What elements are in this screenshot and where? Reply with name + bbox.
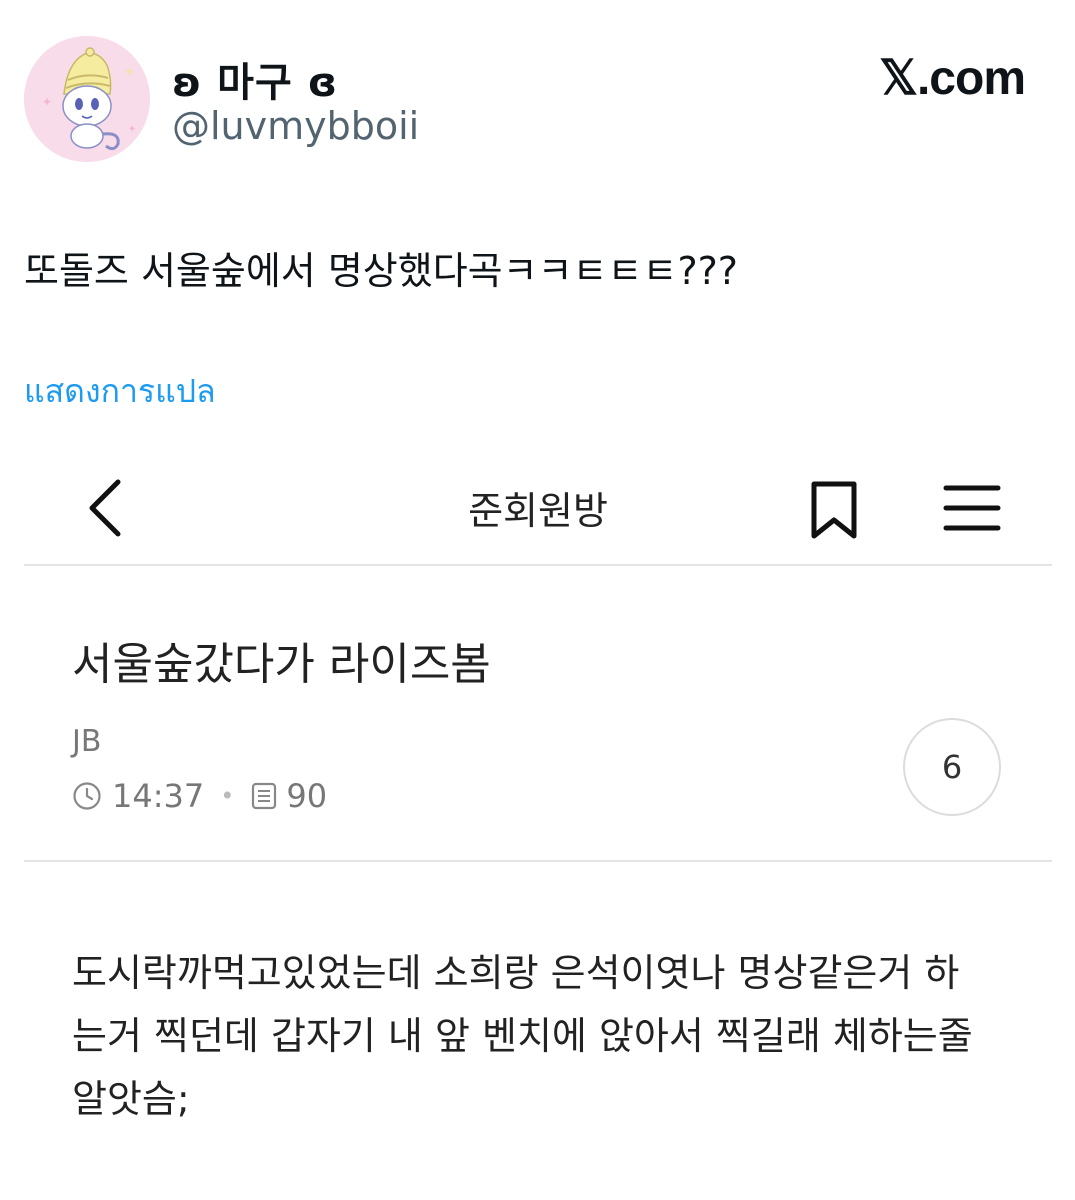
user-handle[interactable]: @luvmybboii [172,104,419,148]
document-views-icon [252,782,277,810]
post-body-line: 도시락까먹고있었는데 소희랑 은석이엿나 명상같은거 하 [72,951,960,995]
show-translation-link[interactable]: แสดงการแปล [24,366,216,417]
post-body-line: 는거 찍던데 갑자기 내 앞 벤치에 앉아서 찍길래 체하는줄 [72,1014,973,1058]
hamburger-menu-icon[interactable] [942,482,1002,534]
post-title: 서울숲갔다가 라이즈봄 [72,639,491,690]
clock-icon [73,782,101,810]
svg-text:✦: ✦ [42,95,52,109]
board-title: 준회원방 [468,489,608,533]
divider [24,860,1052,862]
avatar[interactable]: ✦ ✦ ✦ [24,36,150,162]
divider [24,564,1052,566]
display-name[interactable]: ʚ 마구 ɞ [172,50,338,108]
x-logo: 𝕏.com [879,52,1026,105]
post-author[interactable]: JB [72,724,101,759]
post-time: 14:37 [112,777,205,815]
post-body-line: 알앗슴; [72,1077,190,1121]
tweet-text: 또돌즈 서울숲에서 명상했다곡ㅋㅋㅌㅌㅌ??? [24,249,738,293]
svg-text:✦: ✦ [124,65,134,79]
comment-count: 6 [941,748,963,786]
bookmark-icon[interactable] [804,478,864,542]
svg-text:✦: ✦ [128,124,136,135]
comment-count-badge[interactable]: 6 [903,718,1001,816]
meta-separator-dot: • [220,782,235,810]
avatar-character-image: ✦ ✦ ✦ [24,36,150,162]
post-body: 도시락까먹고있었는데 소희랑 은석이엿나 명상같은거 하 는거 찍던데 갑자기 … [72,942,1032,1131]
chevron-left-icon[interactable] [80,476,130,540]
post-meta: 14:37 • 90 [72,774,327,818]
embedded-app-bar: 준회원방 [24,460,1052,564]
post-view-count: 90 [286,777,328,815]
